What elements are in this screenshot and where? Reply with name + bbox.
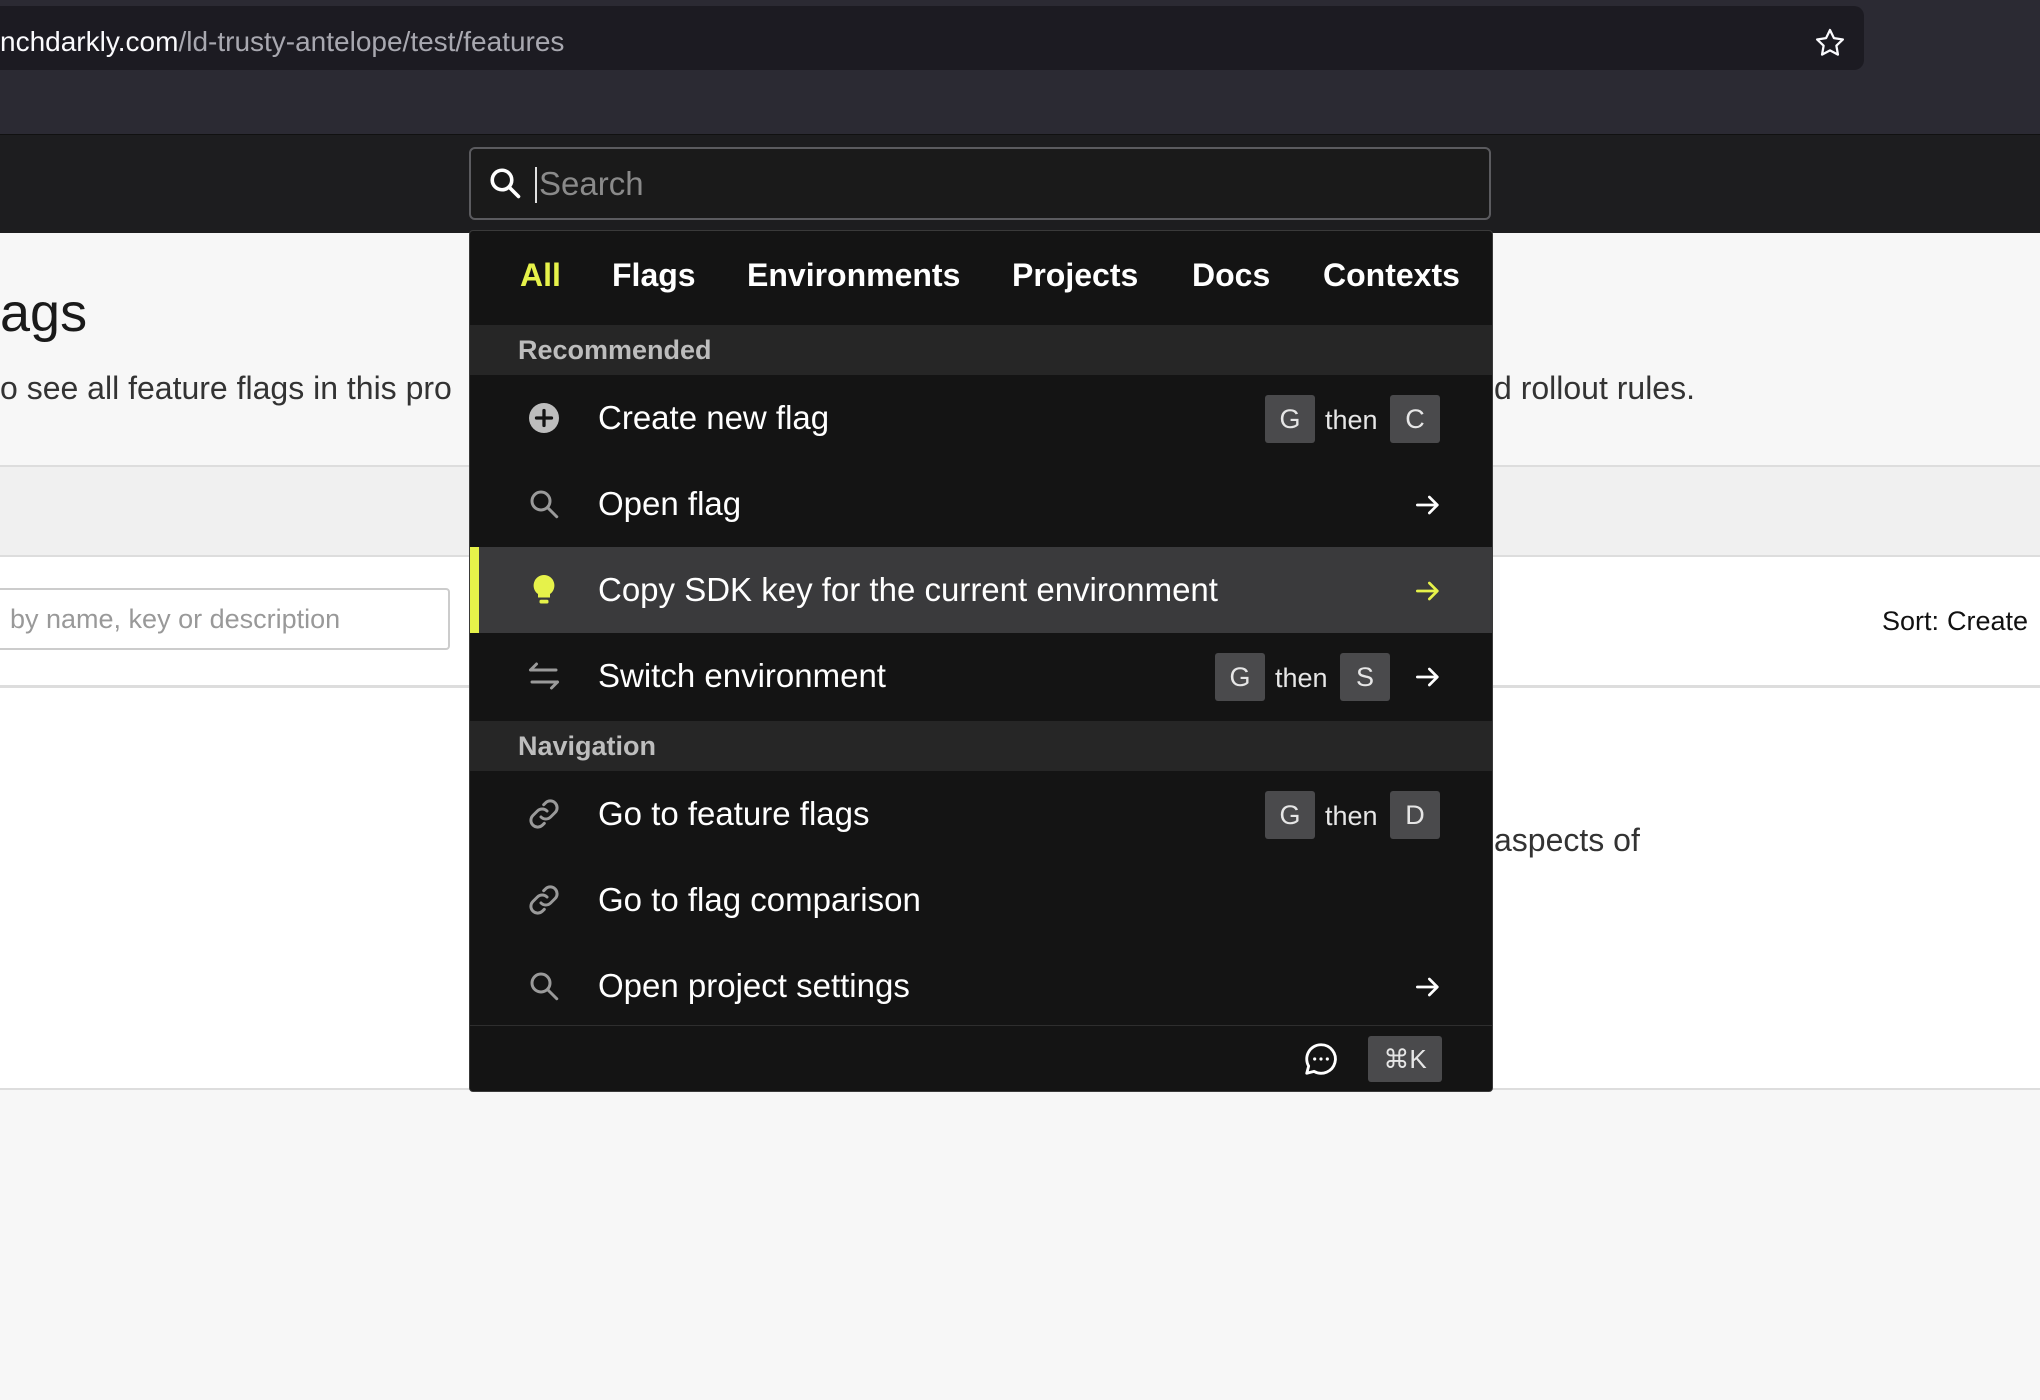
sort-value: Create [1947,606,2029,636]
shortcut-key: S [1340,653,1390,701]
address-bar[interactable]: nchdarkly.com/ld-trusty-antelope/test/fe… [0,6,1864,70]
command-go-to-feature-flags[interactable]: Go to feature flags G then D [470,771,1492,857]
tab-projects[interactable]: Projects [1012,257,1138,294]
command-label: Create new flag [598,399,830,436]
command-switch-environment[interactable]: Switch environment G then S [470,633,1492,719]
shortcut-key: G [1265,395,1315,443]
arrow-right-icon [1416,977,1439,997]
command-label: Open project settings [598,967,910,1004]
command-palette: All Flags Environments Projects Docs Con… [469,230,1493,1092]
arrow-right-icon [1416,667,1439,687]
command-label: Go to feature flags [598,795,870,832]
url-path: /ld-trusty-antelope/test/features [178,26,565,57]
page-description-tail: d rollout rules. [1494,370,1695,406]
shortcut-then: then [1325,405,1378,435]
tab-docs[interactable]: Docs [1192,257,1270,294]
command-open-project-settings[interactable]: Open project settings [470,943,1492,1029]
shortcut-cmd-k: ⌘K [1368,1036,1442,1082]
sort-label: Sort: [1882,606,1940,636]
command-label: Go to flag comparison [598,881,921,918]
url-host: nchdarkly.com [0,26,179,57]
tab-environments[interactable]: Environments [747,257,960,294]
command-search-box[interactable] [469,147,1491,220]
shortcut-key: C [1390,395,1440,443]
flag-filter-input[interactable]: by name, key or description [0,588,450,650]
page-description: o see all feature flags in this pro [0,370,452,406]
filter-placeholder: by name, key or description [10,604,341,634]
tab-all[interactable]: All [520,257,561,294]
command-label: Copy SDK key for the current environment [598,571,1218,608]
sort-control[interactable]: Sort: Create [1882,606,2028,637]
plus-circle-icon [529,403,559,433]
link-icon [529,799,559,829]
shortcut-key: G [1215,653,1265,701]
shortcut-key: D [1390,791,1440,839]
section-label: Navigation [518,731,657,761]
tab-flags[interactable]: Flags [612,257,696,294]
browser-toolbar: nchdarkly.com/ld-trusty-antelope/test/fe… [0,0,2040,135]
shortcut-then: then [1275,663,1328,693]
search-icon [530,972,559,1001]
shortcut-key: G [1265,791,1315,839]
section-recommended: Recommended [470,325,1492,375]
command-create-new-flag[interactable]: Create new flag G then C [470,375,1492,461]
arrow-right-icon [1416,495,1439,515]
palette-footer: ⌘K [470,1025,1492,1091]
url-text[interactable]: nchdarkly.com/ld-trusty-antelope/test/fe… [0,26,564,58]
bookmark-star-icon[interactable] [1813,26,1847,60]
search-icon [490,168,521,199]
command-go-to-flag-comparison[interactable]: Go to flag comparison [470,857,1492,943]
command-search-input[interactable] [535,159,1439,209]
arrow-right-icon [1416,581,1439,601]
search-icon [530,490,559,519]
section-navigation: Navigation [470,721,1492,771]
command-label: Switch environment [598,657,886,694]
page-title: ags [0,283,88,343]
tab-contexts[interactable]: Contexts [1323,257,1460,294]
link-icon [529,885,559,915]
content-text: aspects of [1494,822,1640,858]
shortcut-then: then [1325,801,1378,831]
command-label: Open flag [598,485,742,522]
lightbulb-icon [533,575,555,604]
command-open-flag[interactable]: Open flag [470,461,1492,547]
switch-arrows-icon [529,662,559,690]
palette-tabs: All Flags Environments Projects Docs Con… [470,231,1492,323]
section-label: Recommended [518,335,712,365]
chat-icon[interactable] [1302,1040,1340,1078]
command-copy-sdk-key[interactable]: Copy SDK key for the current environment [470,547,1492,633]
